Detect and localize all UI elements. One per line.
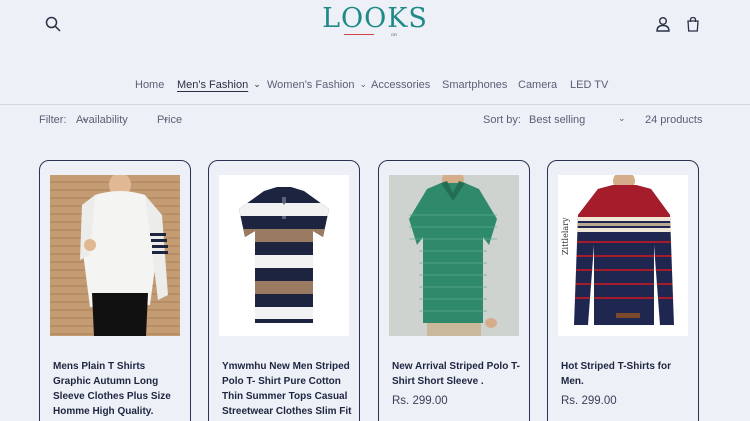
nav-label: LED TV: [570, 79, 609, 91]
product-photo: [50, 175, 180, 336]
chevron-down-icon: ⌄: [618, 113, 626, 123]
product-card[interactable]: Mens Plain T Shirts Graphic Autumn Long …: [39, 160, 191, 421]
filter-label: Filter:: [39, 114, 67, 126]
nav-item-smartphones[interactable]: Smartphones: [442, 79, 507, 91]
user-icon: [656, 17, 670, 32]
nav-label: Smartphones: [442, 79, 508, 91]
product-image[interactable]: Zittlelary: [558, 175, 688, 336]
header-divider: [0, 104, 750, 105]
cart-icon: [687, 16, 699, 32]
logo-underline: [344, 34, 374, 35]
chevron-down-icon: ⌄: [359, 79, 368, 89]
filter-bar: Filter: Availability ⌄ Price ⌄ Sort by: Be…: [0, 113, 750, 130]
chevron-down-icon: ⌄: [253, 79, 261, 89]
product-title[interactable]: Mens Plain T Shirts Graphic Autumn Long …: [53, 359, 183, 419]
product-count: 24 products: [645, 114, 703, 126]
product-price: Rs. 299.00: [392, 395, 448, 407]
product-photo: [219, 175, 349, 336]
chevron-down-icon: ⌄: [81, 113, 89, 123]
logo-sub: OR: [391, 32, 397, 37]
nav-item-home[interactable]: Home: [135, 79, 164, 91]
product-price: Rs. 299.00: [561, 395, 617, 407]
site-header: LOOKS OR Home Men's Fashion ⌄ Women's Fas…: [0, 0, 750, 105]
nav-item-accessories[interactable]: Accessories: [371, 79, 430, 91]
product-photo: [389, 175, 519, 336]
product-title[interactable]: Hot Striped T-Shirts for Men.: [561, 359, 691, 389]
logo-text: LOOKS: [322, 3, 428, 34]
search-icon: [45, 16, 61, 32]
product-card[interactable]: Zittlelary Hot Striped T-Shirts for Men.…: [547, 160, 699, 421]
chevron-down-icon: ⌄: [162, 113, 170, 123]
product-title[interactable]: Ymwmhu New Men Striped Polo T- Shirt Pur…: [222, 359, 352, 421]
sort-label: Sort by:: [483, 114, 521, 126]
product-image[interactable]: [219, 175, 349, 336]
svg-text:Zittlelary: Zittlelary: [561, 217, 570, 255]
main-navigation: Home Men's Fashion ⌄ Women's Fashion ⌄ Acc…: [0, 79, 750, 97]
search-button[interactable]: [42, 13, 64, 35]
product-image[interactable]: [50, 175, 180, 336]
product-title[interactable]: New Arrival Striped Polo T-Shirt Short S…: [392, 359, 522, 389]
nav-item-mens-fashion[interactable]: Men's Fashion ⌄: [177, 79, 261, 91]
sort-value: Best selling: [529, 114, 586, 126]
nav-item-led-tv[interactable]: LED TV: [570, 79, 608, 91]
account-button[interactable]: [652, 13, 674, 35]
nav-label: Accessories: [371, 79, 431, 91]
cart-button[interactable]: [682, 13, 704, 35]
product-photo: Zittlelary: [558, 175, 688, 336]
nav-label: Women's Fashion: [267, 79, 355, 91]
nav-label: Men's Fashion: [177, 79, 249, 91]
nav-label: Home: [135, 79, 165, 91]
nav-label: Camera: [518, 79, 558, 91]
product-card[interactable]: New Arrival Striped Polo T-Shirt Short S…: [378, 160, 530, 421]
product-card[interactable]: Ymwmhu New Men Striped Polo T- Shirt Pur…: [208, 160, 360, 421]
nav-item-camera[interactable]: Camera: [518, 79, 557, 91]
product-grid: Mens Plain T Shirts Graphic Autumn Long …: [0, 160, 750, 421]
site-logo[interactable]: LOOKS OR: [320, 2, 430, 42]
nav-item-womens-fashion[interactable]: Women's Fashion ⌄: [267, 79, 367, 91]
product-image[interactable]: [389, 175, 519, 336]
